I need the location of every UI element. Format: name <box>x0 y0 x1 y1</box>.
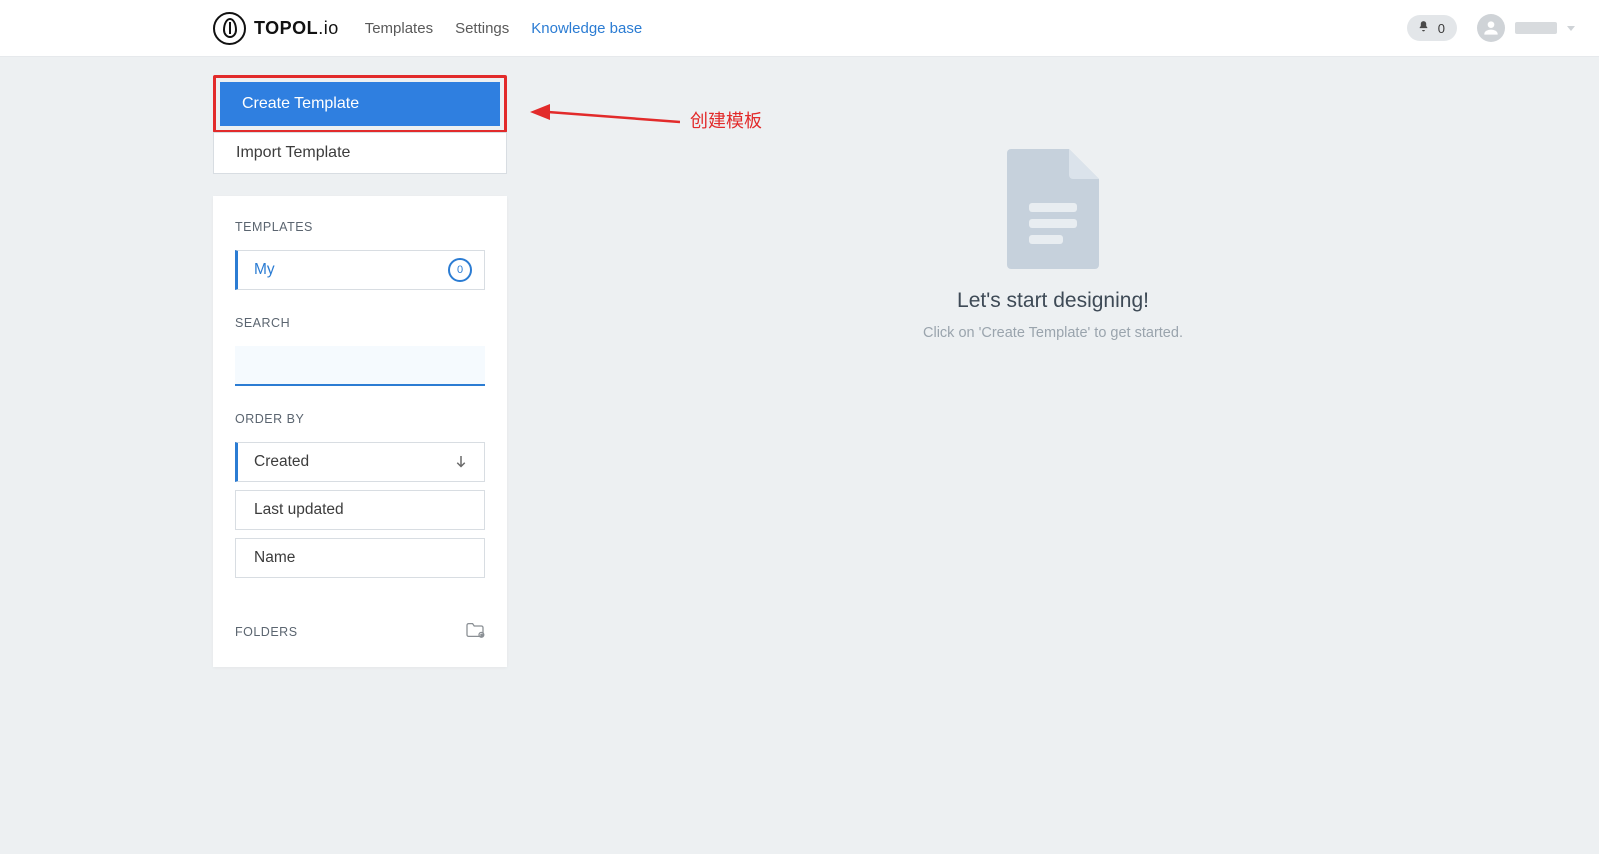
orderby-created[interactable]: Created <box>235 442 485 482</box>
content-area: Let's start designing! Click on 'Create … <box>507 75 1599 341</box>
user-menu[interactable] <box>1477 14 1575 42</box>
create-template-button[interactable]: Create Template <box>220 82 500 126</box>
template-action-buttons: Create Template Import Template <box>213 75 507 174</box>
nav-templates[interactable]: Templates <box>365 20 433 37</box>
filter-my-label: My <box>254 261 275 279</box>
sort-descending-icon <box>452 453 470 471</box>
nav-knowledge-base[interactable]: Knowledge base <box>531 20 642 37</box>
add-folder-icon[interactable] <box>465 622 485 641</box>
topbar: TOPOL.io Templates Settings Knowledge ba… <box>0 0 1599 57</box>
brand-name: TOPOL <box>254 18 318 38</box>
filter-my-templates[interactable]: My 0 <box>235 250 485 290</box>
section-folders-label: FOLDERS <box>235 625 298 639</box>
search-input[interactable] <box>235 346 485 386</box>
chevron-down-icon <box>1567 26 1575 31</box>
username <box>1515 22 1557 34</box>
section-orderby-label: ORDER BY <box>235 412 485 426</box>
empty-state-subtitle: Click on 'Create Template' to get starte… <box>923 325 1183 341</box>
empty-state-title: Let's start designing! <box>957 289 1149 313</box>
brand-logo[interactable]: TOPOL.io <box>213 12 339 45</box>
filter-my-count: 0 <box>448 258 472 282</box>
annotation-highlight-box: Create Template <box>213 75 507 133</box>
left-column: Create Template Import Template TEMPLATE… <box>213 75 507 667</box>
orderby-last-updated[interactable]: Last updated <box>235 490 485 530</box>
brand-mark-icon <box>213 12 246 45</box>
avatar-icon <box>1477 14 1505 42</box>
import-template-button[interactable]: Import Template <box>213 132 507 174</box>
orderby-created-label: Created <box>254 453 309 471</box>
orderby-last-updated-label: Last updated <box>254 501 344 519</box>
main-nav: Templates Settings Knowledge base <box>365 20 643 37</box>
section-templates-label: TEMPLATES <box>235 220 485 234</box>
orderby-name-label: Name <box>254 549 295 567</box>
brand-suffix: .io <box>318 18 339 38</box>
notifications-count: 0 <box>1438 21 1445 36</box>
nav-settings[interactable]: Settings <box>455 20 509 37</box>
sidebar-panel: TEMPLATES My 0 SEARCH ORDER BY Created L… <box>213 196 507 667</box>
bell-icon <box>1417 19 1430 37</box>
empty-document-icon <box>1007 149 1099 269</box>
section-search-label: SEARCH <box>235 316 485 330</box>
notifications-button[interactable]: 0 <box>1407 15 1457 41</box>
orderby-name[interactable]: Name <box>235 538 485 578</box>
main: Create Template Import Template TEMPLATE… <box>0 57 1599 667</box>
topbar-right: 0 <box>1407 14 1575 42</box>
